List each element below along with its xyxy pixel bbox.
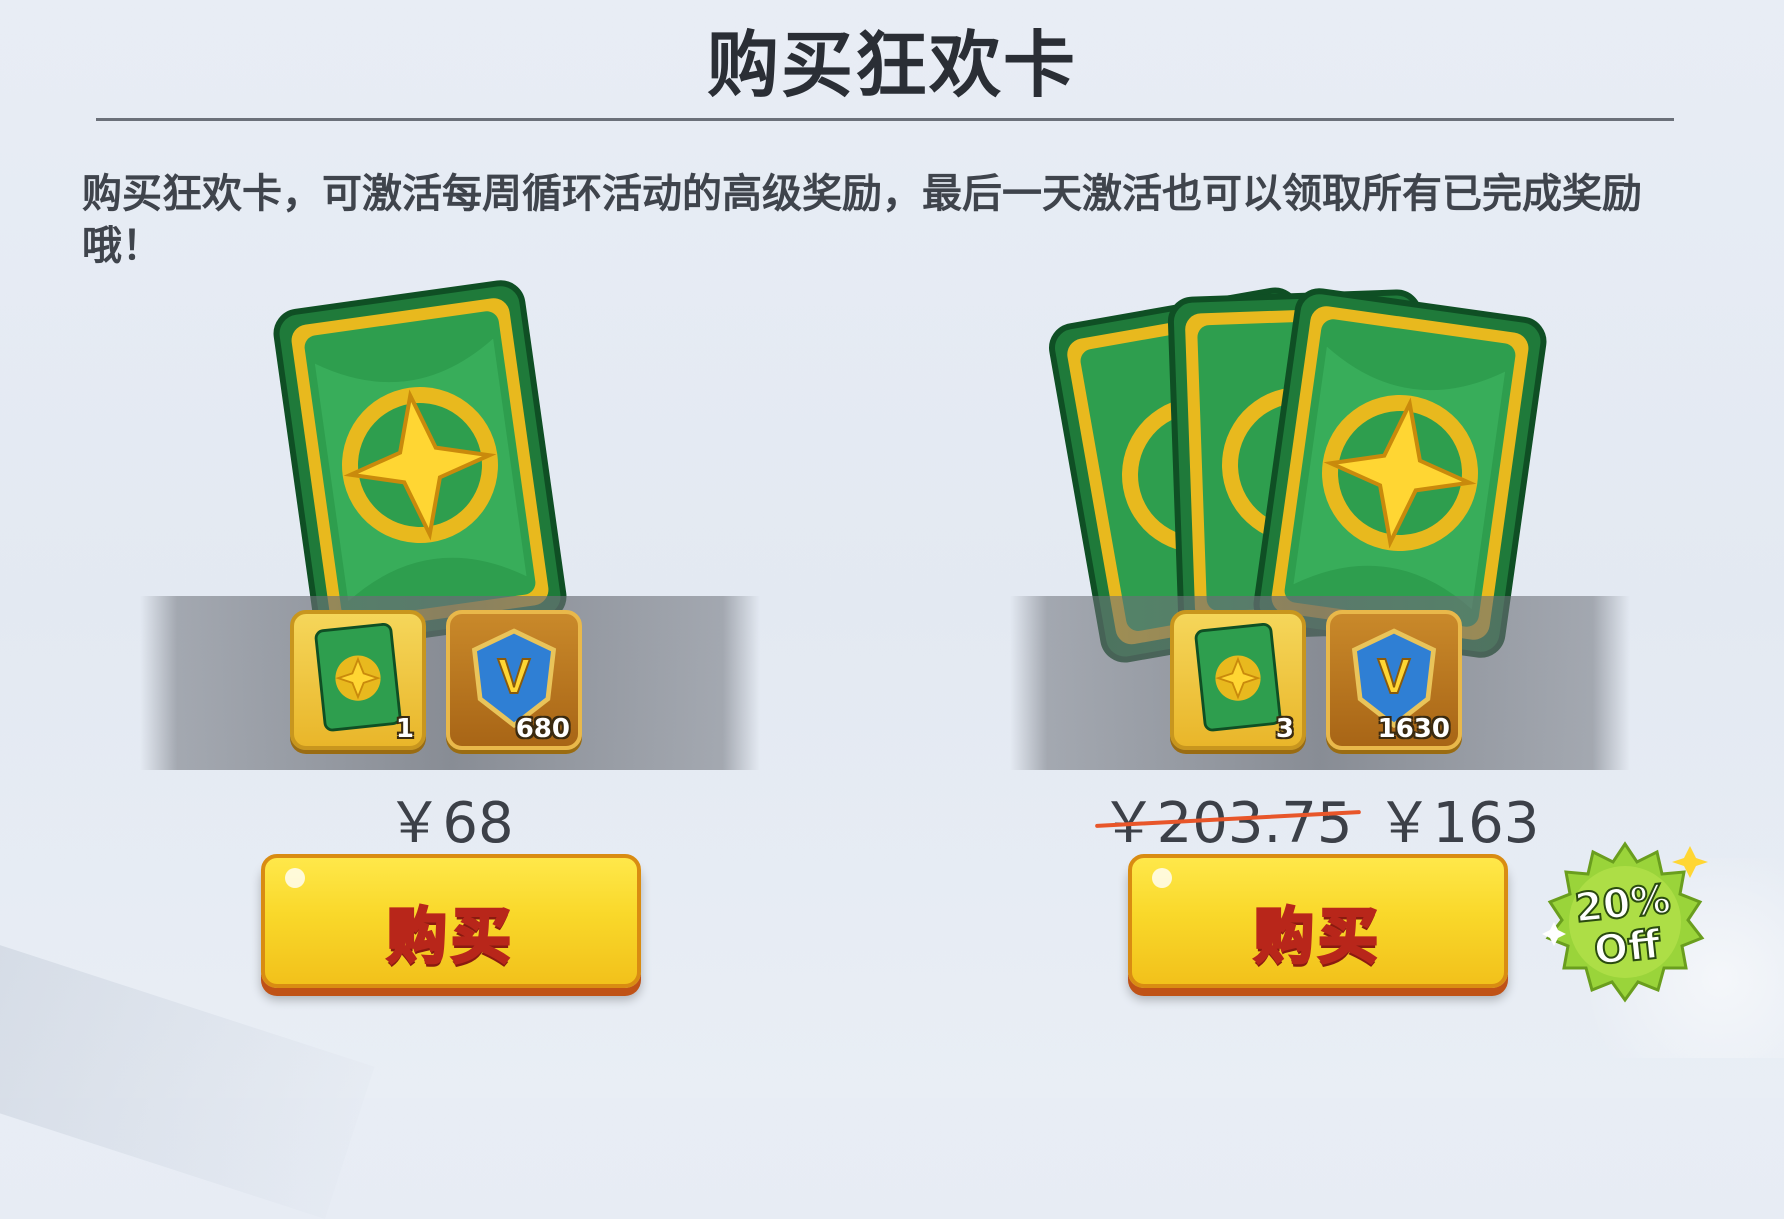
discount-badge: 20% Off [1540,838,1710,1008]
reward-shelf [1010,596,1630,770]
page-title: 购买狂欢卡 [706,23,1077,107]
item-count: 3 [1275,714,1294,744]
price: ￥203.75 ￥163 [1010,778,1630,859]
item-count: 680 [515,714,570,744]
svg-text:V: V [1378,650,1411,704]
buy-button-triple[interactable]: 购买 [1128,854,1508,988]
button-shine [1152,868,1172,888]
buy-button-label: 购买 [386,901,515,974]
price: ￥68 [140,778,760,859]
buy-button-label: 购买 [1253,901,1382,974]
current-price: ￥68 [386,791,514,856]
title-divider [96,118,1674,121]
reward-item-card: 3 [1170,610,1306,750]
current-price: ￥163 [1376,791,1540,856]
reward-item-vip: V 1630 [1326,610,1462,750]
svg-text:V: V [498,650,531,704]
discount-text: 20% Off [1536,873,1714,978]
buy-button-single[interactable]: 购买 [261,854,641,988]
item-count: 1630 [1377,714,1450,744]
reward-item-card: 1 [290,610,426,750]
button-shine [285,868,305,888]
reward-item-vip: V 680 [446,610,582,750]
original-price: ￥203.75 [1101,778,1353,859]
description-text: 购买狂欢卡，可激活每周循环活动的高级奖励，最后一天激活也可以领取所有已完成奖励哦… [82,171,1642,269]
item-count: 1 [395,714,414,744]
